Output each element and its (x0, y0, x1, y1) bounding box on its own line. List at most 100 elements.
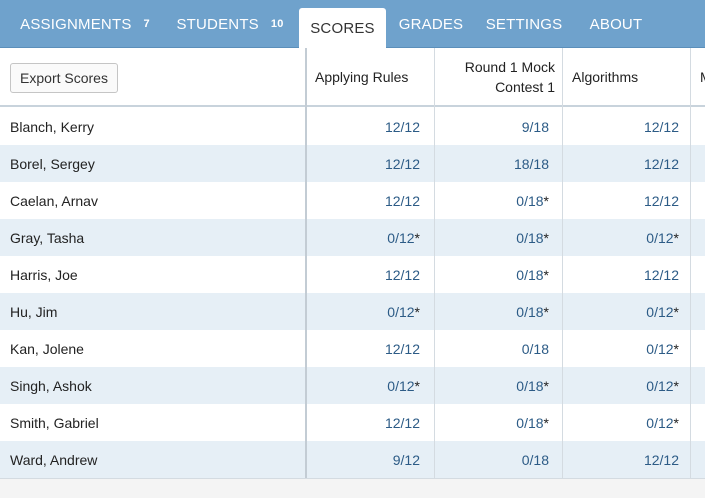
score-cell[interactable]: 0/12 * (564, 293, 679, 330)
score-flag: * (543, 229, 549, 246)
score-value: 12/12 (643, 192, 679, 209)
student-name[interactable]: Harris, Joe (10, 256, 300, 293)
score-value: 9/12 (392, 451, 420, 468)
score-flag: * (543, 377, 549, 394)
student-name[interactable]: Gray, Tasha (10, 219, 300, 256)
score-value: 0/18 (516, 303, 544, 320)
column-divider (690, 48, 691, 478)
student-name[interactable]: Smith, Gabriel (10, 404, 300, 441)
score-value: 12/12 (643, 451, 679, 468)
score-cell[interactable]: 12/12 (307, 145, 420, 182)
score-flag: * (414, 377, 420, 394)
score-cell[interactable]: 0/18 (436, 441, 549, 478)
score-cell[interactable]: 0/12 * (564, 367, 679, 404)
score-value: 12/12 (643, 155, 679, 172)
score-value: 0/18 (516, 266, 544, 283)
score-value: 0/12 (387, 303, 415, 320)
score-cell[interactable]: 0/12 * (307, 219, 420, 256)
table-row: Blanch, Kerry 12/12 9/18 12/12 (0, 108, 705, 145)
score-value: 0/18 (516, 192, 544, 209)
score-value: 12/12 (384, 192, 420, 209)
column-header-line: Round 1 Mock (464, 58, 555, 75)
score-flag: * (543, 414, 549, 431)
score-flag: * (543, 192, 549, 209)
score-value: 0/18 (516, 229, 544, 246)
score-value: 12/12 (384, 414, 420, 431)
export-scores-button[interactable]: Export Scores (10, 63, 118, 93)
score-value: 0/12 (646, 340, 674, 357)
score-cell[interactable]: 0/18 (436, 330, 549, 367)
column-divider (434, 48, 435, 478)
student-name[interactable]: Caelan, Arnav (10, 182, 300, 219)
table-row: Smith, Gabriel 12/12 0/18 * 0/12 * (0, 404, 705, 441)
tab-assignments[interactable]: ASSIGNMENTS 7 (10, 0, 160, 48)
column-header-line: Contest 1 (495, 78, 555, 95)
score-value: 0/12 (646, 414, 674, 431)
score-cell[interactable]: 0/12 * (307, 367, 420, 404)
score-cell[interactable]: 0/12 * (564, 219, 679, 256)
score-flag: * (414, 303, 420, 320)
scores-table-header: Export Scores Applying Rules Round 1 Moc… (0, 48, 705, 107)
column-header-partial[interactable]: M (692, 48, 705, 105)
score-flag: * (543, 266, 549, 283)
score-flag: * (673, 414, 679, 431)
score-flag: * (673, 377, 679, 394)
score-flag: * (673, 229, 679, 246)
tab-settings[interactable]: SETTINGS (479, 0, 569, 48)
score-cell[interactable]: 12/12 (307, 182, 420, 219)
tab-label: GRADES (398, 15, 464, 33)
student-name[interactable]: Borel, Sergey (10, 145, 300, 182)
student-name[interactable]: Ward, Andrew (10, 441, 300, 478)
score-cell[interactable]: 9/12 (307, 441, 420, 478)
score-value: 12/12 (384, 155, 420, 172)
score-flag: * (414, 229, 420, 246)
score-cell[interactable]: 12/12 (564, 441, 679, 478)
tab-label: SCORES (310, 20, 375, 37)
student-name[interactable]: Hu, Jim (10, 293, 300, 330)
table-row: Gray, Tasha 0/12 * 0/18 * 0/12 * (0, 219, 705, 256)
score-cell[interactable]: 12/12 (307, 256, 420, 293)
student-name[interactable]: Kan, Jolene (10, 330, 300, 367)
score-cell[interactable]: 12/12 (307, 404, 420, 441)
tab-about[interactable]: ABOUT (578, 0, 654, 48)
score-cell[interactable]: 0/18 * (436, 256, 549, 293)
score-cell[interactable]: 0/18 * (436, 293, 549, 330)
student-name[interactable]: Singh, Ashok (10, 367, 300, 404)
score-flag: * (673, 340, 679, 357)
score-value: 18/18 (513, 155, 549, 172)
score-cell[interactable]: 0/18 * (436, 367, 549, 404)
column-divider (562, 48, 563, 478)
score-cell[interactable]: 12/12 (564, 256, 679, 293)
score-cell[interactable]: 0/18 * (436, 404, 549, 441)
score-cell[interactable]: 12/12 (307, 108, 420, 145)
score-value: 0/18 (521, 451, 549, 468)
tab-students[interactable]: STUDENTS 10 (168, 0, 292, 48)
column-header-applying-rules[interactable]: Applying Rules (307, 48, 435, 105)
score-value: 0/12 (387, 377, 415, 394)
tab-grades[interactable]: GRADES (391, 0, 471, 48)
student-name[interactable]: Blanch, Kerry (10, 108, 300, 145)
score-cell[interactable]: 12/12 (564, 182, 679, 219)
score-cell[interactable]: 12/12 (564, 145, 679, 182)
score-cell[interactable]: 0/18 * (436, 182, 549, 219)
score-value: 0/18 (516, 377, 544, 394)
score-value: 12/12 (643, 266, 679, 283)
table-row: Hu, Jim 0/12 * 0/18 * 0/12 * (0, 293, 705, 330)
column-header-algorithms[interactable]: Algorithms (564, 48, 691, 105)
score-cell[interactable]: 0/18 * (436, 219, 549, 256)
tab-scores[interactable]: SCORES (299, 8, 386, 49)
score-cell[interactable]: 12/12 (307, 330, 420, 367)
score-cell[interactable]: 12/12 (564, 108, 679, 145)
score-cell[interactable]: 18/18 (436, 145, 549, 182)
score-cell[interactable]: 0/12 * (307, 293, 420, 330)
score-cell[interactable]: 0/12 * (564, 404, 679, 441)
table-row: Caelan, Arnav 12/12 0/18 * 12/12 (0, 182, 705, 219)
score-value: 9/18 (521, 118, 549, 135)
column-header-round-1-mock-contest-1[interactable]: Round 1 Mock Contest 1 (436, 48, 563, 105)
score-cell[interactable]: 0/12 * (564, 330, 679, 367)
score-value: 0/18 (521, 340, 549, 357)
score-value: 12/12 (384, 118, 420, 135)
score-cell[interactable]: 9/18 (436, 108, 549, 145)
tab-count-badge: 10 (270, 18, 284, 30)
table-row: Borel, Sergey 12/12 18/18 12/12 (0, 145, 705, 182)
